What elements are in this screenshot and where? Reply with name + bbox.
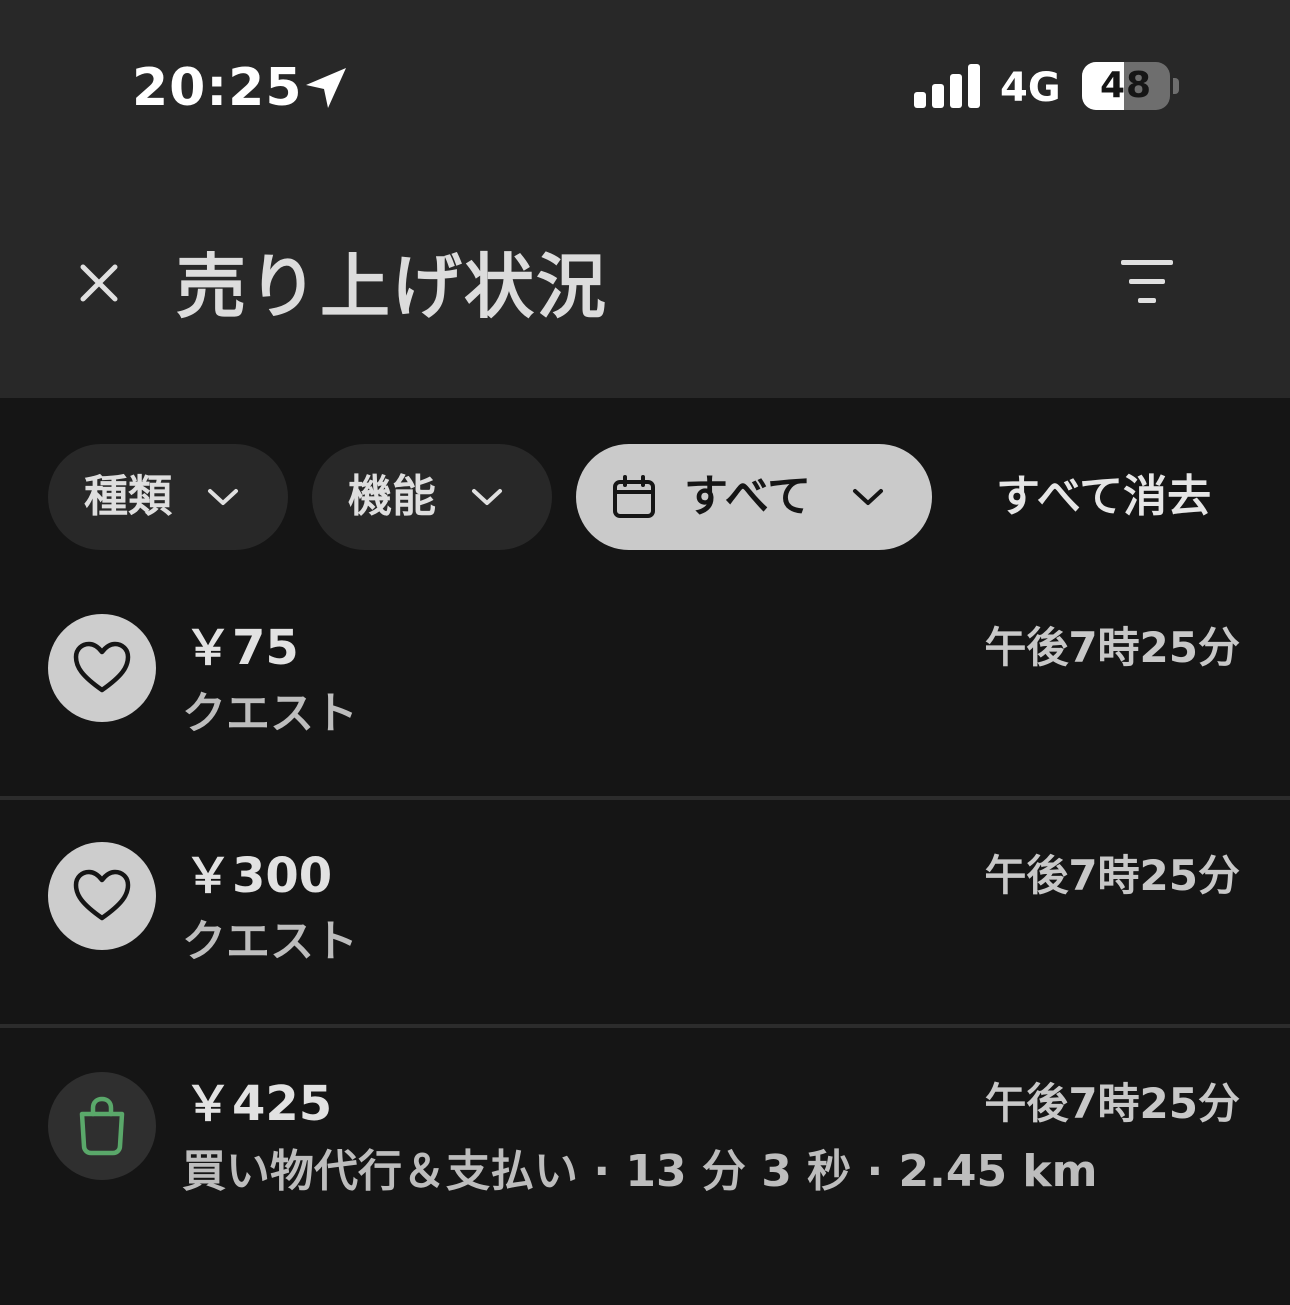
close-button[interactable] [66,250,132,316]
status-bar: 20:25 4G 48 [0,0,1290,170]
page-title: 売り上げ状況 [176,246,608,328]
chevron-down-icon [472,489,502,505]
function-filter-label: 機能 [348,471,436,522]
shopping-bag-icon [79,1096,125,1156]
transaction-row[interactable]: ￥75 午後7時25分 クエスト [0,572,1290,800]
filter-lines-icon [1121,260,1173,303]
transaction-type: 買い物代行＆支払い · 13 分 3 秒 · 2.45 km [182,1146,1098,1197]
location-arrow-icon [306,68,346,108]
transaction-row[interactable]: ￥300 午後7時25分 クエスト [0,800,1290,1028]
transaction-icon-badge [48,842,156,950]
network-type: 4G [1000,65,1061,111]
close-icon [80,264,118,302]
date-filter-chip[interactable]: すべて [576,444,932,550]
chevron-down-icon [208,489,238,505]
calendar-icon [613,475,655,518]
transaction-icon-badge [48,1072,156,1180]
cellular-signal-icon [914,64,980,108]
function-filter-chip[interactable]: 機能 [312,444,552,550]
transaction-time: 午後7時25分 [984,1079,1240,1128]
page-header: 売り上げ状況 [0,200,1290,380]
transaction-amount: ￥425 [184,1076,333,1132]
filter-button[interactable] [1112,252,1182,312]
transaction-type: クエスト [182,688,358,739]
type-filter-label: 種類 [84,471,172,522]
heart-icon [73,869,131,921]
earnings-screen: 20:25 4G 48 売り上げ状況 種類 機能 すべて すべて消去 ￥75 午… [0,0,1290,1305]
chevron-down-icon [853,489,884,505]
type-filter-chip[interactable]: 種類 [48,444,288,550]
status-time: 20:25 [132,58,303,118]
transaction-amount: ￥300 [184,848,333,904]
transaction-time: 午後7時25分 [984,623,1240,672]
heart-icon [73,641,131,693]
transaction-amount: ￥75 [184,620,299,676]
clear-all-button[interactable]: すべて消去 [996,444,1211,550]
battery-icon: 48 [1082,62,1180,112]
transaction-time: 午後7時25分 [984,851,1240,900]
date-filter-label: すべて [684,471,812,522]
transaction-type: クエスト [182,916,358,967]
battery-percent: 48 [1099,65,1153,106]
filter-chip-row: 種類 機能 すべて すべて消去 [0,444,1290,552]
transaction-row[interactable]: ￥425 午後7時25分 買い物代行＆支払い · 13 分 3 秒 · 2.45… [0,1028,1290,1256]
transaction-icon-badge [48,614,156,722]
top-bar: 20:25 4G 48 売り上げ状況 [0,0,1290,398]
